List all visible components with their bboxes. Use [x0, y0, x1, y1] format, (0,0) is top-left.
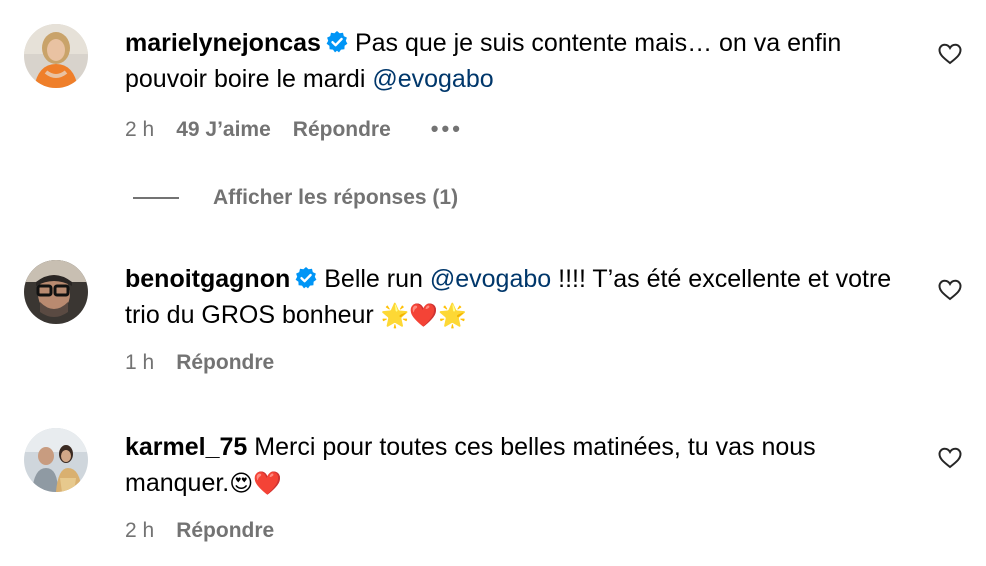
comment-meta: 1 h Répondre	[125, 351, 274, 375]
more-options-icon[interactable]: •••	[431, 116, 463, 142]
comment-text: benoitgagnon Belle run @evogabo !!!! T’as…	[125, 261, 915, 334]
timestamp[interactable]: 2 h	[125, 519, 154, 542]
view-replies-label: Afficher les réponses (1)	[213, 186, 459, 209]
comment-body: Belle run	[324, 265, 430, 293]
avatar-karmel_75[interactable]	[24, 428, 88, 492]
timestamp[interactable]: 1 h	[125, 351, 154, 374]
emoji-sparkle-heart: 🌟❤️🌟	[380, 303, 467, 329]
avatar-man-glasses-icon	[24, 260, 88, 324]
avatar-woman-orange-icon	[24, 24, 88, 88]
mention-link[interactable]: @evogabo	[372, 65, 493, 93]
mention-link[interactable]: @evogabo	[430, 265, 551, 293]
timestamp[interactable]: 2 h	[125, 118, 154, 141]
username[interactable]: benoitgagnon	[125, 265, 290, 293]
comment-text: marielynejoncas Pas que je suis contente …	[125, 25, 915, 97]
verified-badge-icon	[326, 31, 348, 53]
reply-button[interactable]: Répondre	[293, 118, 391, 141]
avatar-marielynejoncas[interactable]	[24, 24, 88, 88]
avatar-benoitgagnon[interactable]	[24, 260, 88, 324]
reply-button[interactable]: Répondre	[176, 351, 274, 374]
comment-meta: 2 h Répondre	[125, 519, 274, 543]
heart-outline-icon[interactable]	[938, 447, 962, 469]
replies-divider-line	[133, 197, 179, 199]
view-replies-button[interactable]: Afficher les réponses (1)	[133, 183, 458, 213]
heart-outline-icon[interactable]	[938, 43, 962, 65]
heart-outline-icon[interactable]	[938, 279, 962, 301]
username[interactable]: marielynejoncas	[125, 29, 321, 57]
comment-meta: 2 h 49 J’aime Répondre •••	[125, 116, 463, 142]
reply-button[interactable]: Répondre	[176, 519, 274, 542]
avatar-couple-icon	[24, 428, 88, 492]
comment-text: karmel_75 Merci pour toutes ces belles m…	[125, 429, 915, 502]
emoji-heart-eyes-heart: 😍❤️	[229, 471, 282, 497]
username[interactable]: karmel_75	[125, 433, 247, 461]
likes-count[interactable]: 49 J’aime	[176, 118, 271, 141]
verified-badge-icon	[295, 267, 317, 289]
